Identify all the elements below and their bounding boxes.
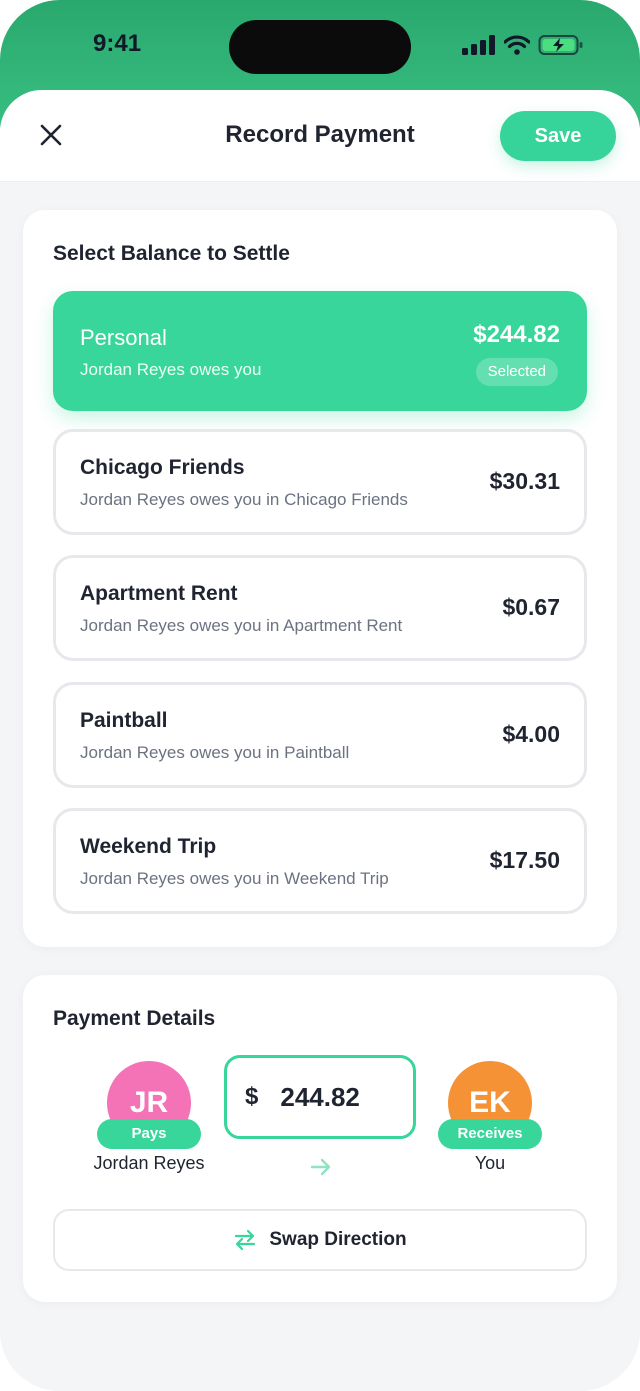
avatar-initials: JR xyxy=(129,1086,169,1119)
payer-name: Jordan Reyes xyxy=(93,1153,205,1173)
balance-option-apartment-rent[interactable]: Apartment Rent Jordan Reyes owes you in … xyxy=(53,555,587,661)
balance-option-chicago-friends[interactable]: Chicago Friends Jordan Reyes owes you in… xyxy=(53,429,587,535)
balance-name: Personal xyxy=(80,325,167,350)
balance-name: Paintball xyxy=(80,709,168,732)
status-bar: 9:41 xyxy=(0,0,640,92)
avatar-payer: JR Pays xyxy=(97,1061,201,1149)
balance-amount: $4.00 xyxy=(502,721,560,747)
balance-subtitle: Jordan Reyes owes you in Weekend Trip xyxy=(80,869,389,888)
balance-selection-card: Select Balance to Settle Personal Jordan… xyxy=(23,210,617,947)
receives-badge: Receives xyxy=(438,1119,542,1149)
swap-direction-label: Swap Direction xyxy=(269,1229,407,1250)
dynamic-island xyxy=(229,20,411,74)
balance-amount: $0.67 xyxy=(502,594,560,620)
balance-subtitle: Jordan Reyes owes you xyxy=(80,360,262,379)
sheet-header: Record Payment Save xyxy=(0,90,640,182)
record-payment-sheet: Record Payment Save Select Balance to Se… xyxy=(0,90,640,1391)
currency-symbol: $ xyxy=(245,1083,259,1110)
balance-subtitle: Jordan Reyes owes you in Chicago Friends xyxy=(80,490,408,509)
balance-subtitle: Jordan Reyes owes you in Paintball xyxy=(80,743,350,762)
amount-field[interactable]: $ xyxy=(224,1055,416,1139)
battery-charging-icon xyxy=(538,35,583,55)
receiver-name: You xyxy=(474,1153,506,1173)
status-time: 9:41 xyxy=(93,30,142,57)
balance-amount: $30.31 xyxy=(489,468,560,494)
swap-direction-button[interactable]: Swap Direction xyxy=(53,1209,587,1271)
swap-arrows-icon xyxy=(235,1229,256,1251)
save-button[interactable]: Save xyxy=(500,111,616,161)
section-heading: Select Balance to Settle xyxy=(53,242,290,265)
balance-option-paintball[interactable]: Paintball Jordan Reyes owes you in Paint… xyxy=(53,682,587,788)
balance-name: Chicago Friends xyxy=(80,456,245,479)
pays-badge: Pays xyxy=(97,1119,201,1149)
avatar-receiver: EK Receives xyxy=(438,1061,542,1149)
amount-input[interactable] xyxy=(280,1081,411,1113)
cellular-signal-icon xyxy=(462,35,495,55)
selected-badge: Selected xyxy=(475,358,558,386)
arrow-right-icon xyxy=(310,1158,331,1176)
balance-amount: $244.82 xyxy=(473,321,560,348)
payment-details-card: Payment Details JR Pays Jordan Reyes $ E… xyxy=(23,975,617,1302)
balance-name: Weekend Trip xyxy=(80,835,217,858)
wifi-icon xyxy=(504,35,530,55)
balance-option-personal[interactable]: Personal Jordan Reyes owes you $244.82 S… xyxy=(53,291,587,411)
balance-amount: $17.50 xyxy=(489,847,560,873)
payer: JR Pays Jordan Reyes xyxy=(84,1061,214,1174)
balance-name: Apartment Rent xyxy=(80,582,238,605)
status-icons xyxy=(462,34,584,56)
balance-option-weekend-trip[interactable]: Weekend Trip Jordan Reyes owes you in We… xyxy=(53,808,587,914)
phone-background: 9:41 Record Payment Save Select Balance … xyxy=(0,0,640,1391)
receiver: EK Receives You xyxy=(425,1061,555,1174)
avatar-initials: EK xyxy=(469,1086,511,1119)
balance-subtitle: Jordan Reyes owes you in Apartment Rent xyxy=(80,616,403,635)
section-heading: Payment Details xyxy=(53,1007,216,1030)
